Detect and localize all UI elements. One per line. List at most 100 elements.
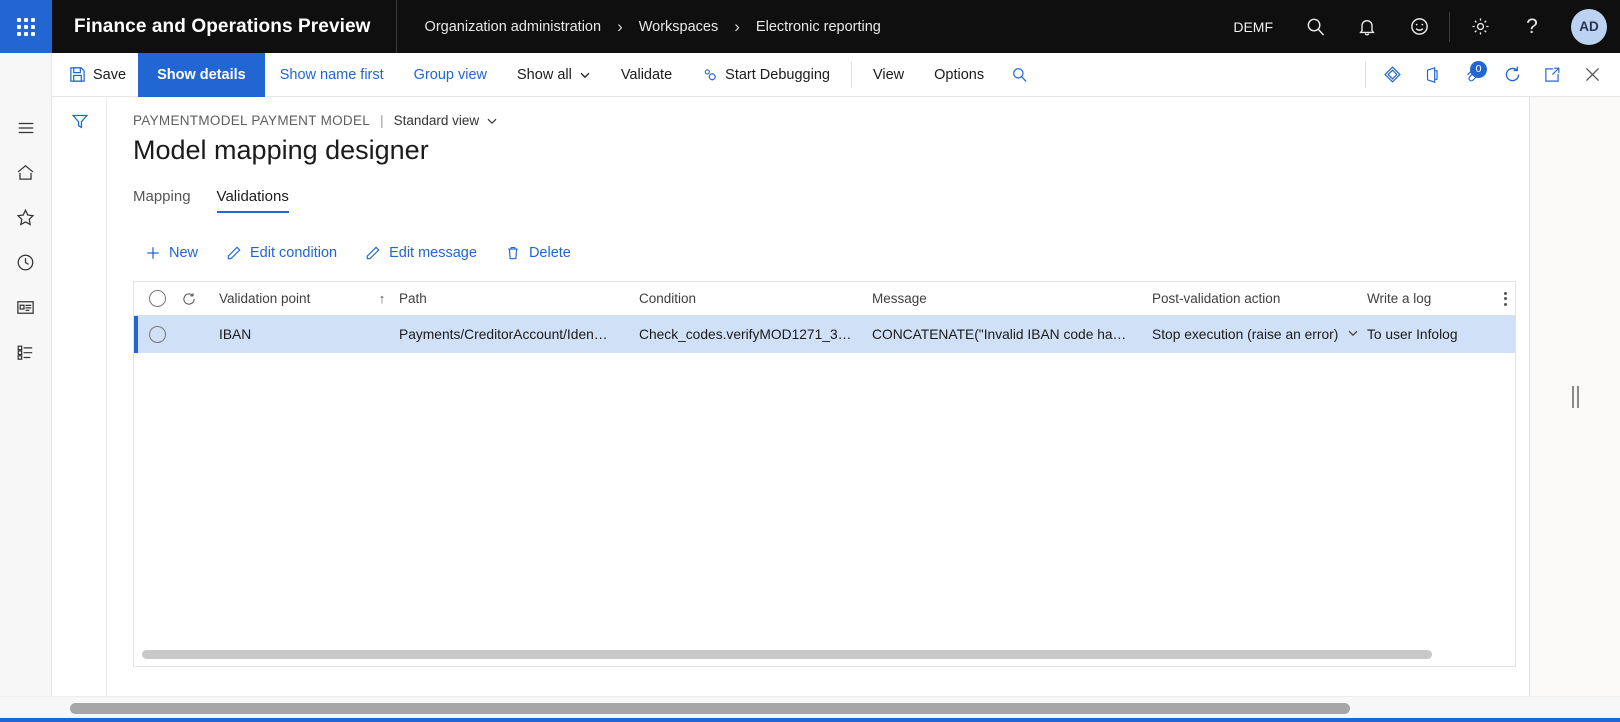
cell-post-validation-action[interactable]: Stop execution (raise an error) [1152,327,1367,342]
open-in-new-window-icon[interactable] [1532,53,1572,97]
cell-write-a-log[interactable]: To user Infolog [1367,327,1507,342]
table-row[interactable]: IBAN Payments/CreditorAccount/Iden… Chec… [134,316,1515,353]
edit-condition-button[interactable]: Edit condition [214,239,349,267]
notifications-bell-icon[interactable] [1341,0,1393,53]
cell-path[interactable]: Payments/CreditorAccount/Iden… [399,327,639,342]
favorites-star-icon[interactable] [0,195,52,240]
chevron-down-icon[interactable] [1347,327,1359,342]
top-navigation-actions: DEMF ? AD [1217,0,1620,53]
edit-condition-label: Edit condition [250,245,338,261]
sort-ascending-icon[interactable]: ↑ [365,291,399,306]
page-caption-model: PAYMENTMODEL PAYMENT MODEL [133,113,371,128]
page-title: Model mapping designer [133,135,429,165]
plus-icon [147,247,159,259]
main-content: PAYMENTMODEL PAYMENT MODEL | Standard vi… [108,97,1528,697]
tab-mapping[interactable]: Mapping [133,188,191,213]
grid-header-row: Validation point ↑ Path Condition Messag… [134,282,1515,316]
save-label: Save [93,66,127,83]
edit-message-button[interactable]: Edit message [353,239,489,267]
tab-validations-label: Validations [216,188,289,205]
close-icon[interactable] [1572,53,1612,97]
new-label: New [169,245,199,261]
page-accent-bar [0,718,1620,722]
options-label: Options [934,66,985,83]
filter-icon[interactable] [70,111,90,697]
column-header-path[interactable]: Path [399,291,639,306]
command-bar-rail-spacer [0,52,52,97]
column-header-post-validation-action[interactable]: Post-validation action [1152,291,1367,306]
office-apps-icon[interactable] [1412,53,1452,97]
grid-horizontal-scrollbar[interactable] [142,650,1432,659]
command-bar: Save Show details Show name first Group … [0,52,1620,97]
show-all-dropdown[interactable]: Show all [502,53,606,97]
delete-button[interactable]: Delete [493,239,583,267]
settings-gear-icon[interactable] [1454,0,1506,53]
trash-icon [508,247,518,260]
help-question-icon[interactable]: ? [1506,0,1558,53]
cell-message[interactable]: CONCATENATE("Invalid IBAN code ha… [872,327,1152,342]
validate-button[interactable]: Validate [606,53,687,97]
select-all-cell [134,290,181,307]
show-name-first-button[interactable]: Show name first [265,53,399,97]
validations-grid: Validation point ↑ Path Condition Messag… [133,281,1516,667]
recent-clock-icon[interactable] [0,240,52,285]
show-all-label: Show all [517,66,572,83]
group-view-label: Group view [413,66,488,83]
view-label: View [872,66,905,83]
cell-condition[interactable]: Check_codes.verifyMOD1271_3… [639,327,872,342]
personalize-diamond-icon[interactable] [1372,53,1412,97]
splitter-handle-icon[interactable] [1571,386,1579,408]
delete-label: Delete [528,245,571,261]
home-icon[interactable] [0,150,52,195]
command-search-icon[interactable] [999,53,1039,97]
breadcrumb-item-electronic-reporting[interactable]: Electronic reporting [756,19,881,35]
column-header-validation-point[interactable]: Validation point [219,291,365,306]
left-navigation-rail [0,97,52,722]
breadcrumb-chevron-icon: › [734,16,740,36]
column-header-write-a-log[interactable]: Write a log [1367,291,1507,306]
refresh-icon[interactable] [1492,53,1532,97]
cell-validation-point[interactable]: IBAN [219,327,399,342]
search-icon[interactable] [1289,0,1341,53]
avatar[interactable]: AD [1571,8,1607,45]
new-button[interactable]: New [133,239,210,267]
feedback-smiley-icon[interactable] [1393,0,1445,53]
save-button[interactable]: Save [52,53,138,97]
breadcrumb-item-workspaces[interactable]: Workspaces [639,19,719,35]
help-glyph: ? [1526,14,1538,38]
start-debugging-label: Start Debugging [725,66,830,83]
grid-column-options-icon[interactable] [1504,291,1507,306]
column-header-message-label: Message [872,291,927,306]
grid-toolbar: New Edit condition Edit message Delete [133,239,1528,267]
tab-validations[interactable]: Validations [216,188,290,213]
row-select-radio[interactable] [149,326,166,343]
caption-divider: | [380,113,384,128]
show-details-button[interactable]: Show details [138,52,265,97]
command-divider [850,61,852,88]
sort-arrow-glyph: ↑ [378,291,386,306]
breadcrumb-item-organization-administration[interactable]: Organization administration [425,19,602,35]
view-menu-button[interactable]: View [858,53,919,97]
app-launcher-button[interactable] [0,0,52,53]
view-selector[interactable]: Standard view [394,113,499,128]
right-pane-splitter[interactable] [1529,97,1620,697]
app-title: Finance and Operations Preview [74,15,371,37]
modules-list-icon[interactable] [0,330,52,375]
attachments-icon[interactable]: 0 [1452,53,1492,97]
select-all-radio[interactable] [149,290,166,307]
start-debugging-button[interactable]: Start Debugging [687,53,845,97]
grid-refresh-cell [181,291,219,307]
options-menu-button[interactable]: Options [919,53,999,97]
show-details-label: Show details [157,66,246,83]
navigation-menu-icon[interactable] [0,105,52,150]
workspaces-icon[interactable] [0,285,52,330]
nav-divider [1449,11,1450,42]
column-header-message[interactable]: Message [872,291,1152,306]
tab-strip: Mapping Validations [133,188,1528,213]
column-header-condition[interactable]: Condition [639,291,872,306]
group-view-button[interactable]: Group view [399,53,502,97]
avatar-container: AD [1558,8,1620,45]
legal-entity-selector[interactable]: DEMF [1217,19,1289,35]
waffle-icon [17,17,35,36]
page-horizontal-scrollbar[interactable] [70,703,1350,714]
